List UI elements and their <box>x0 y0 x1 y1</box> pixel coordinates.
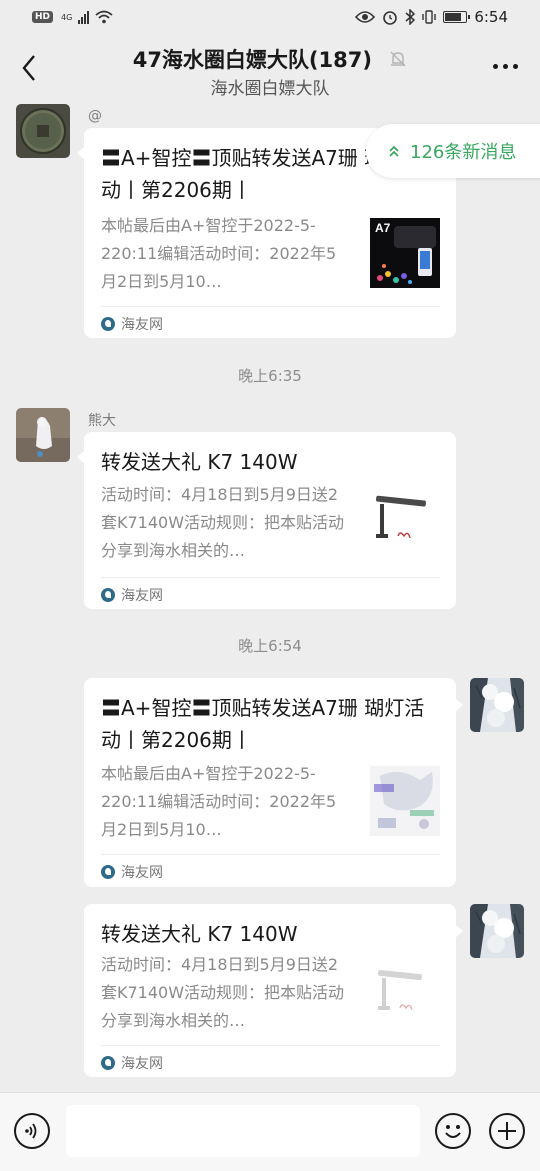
more-button[interactable] <box>493 64 518 69</box>
chat-header: 47海水圈白嫖大队(187) 海水圈白嫖大队 <box>0 36 540 102</box>
source-name: 海友网 <box>121 317 163 333</box>
source-icon <box>101 865 115 879</box>
source-icon <box>101 588 115 602</box>
card-thumbnail: A7 <box>370 218 440 288</box>
clock: 6:54 <box>474 8 508 26</box>
bluetooth-icon <box>405 9 416 25</box>
source-name: 海友网 <box>121 588 163 604</box>
card-thumbnail <box>370 766 440 836</box>
double-chevron-up-icon <box>389 145 399 157</box>
card-title: 转发送大礼 K7 140W <box>101 922 298 946</box>
emoji-icon <box>445 1125 461 1138</box>
snow-tree-avatar-image <box>470 678 524 732</box>
message-list[interactable]: @ 〓A+智控〓顶贴转发送A7珊 瑚灯活动丨第2206期丨 本帖最后由A+智控于… <box>0 102 540 1092</box>
card-source: 海友网 <box>101 314 163 334</box>
card-thumbnail <box>370 960 440 1030</box>
photo-avatar-image <box>16 408 70 462</box>
chat-title-text: 47海水圈白嫖大队(187) <box>132 48 372 72</box>
timestamp: 晚上6:54 <box>238 637 302 655</box>
card-source: 海友网 <box>101 862 163 882</box>
new-messages-button[interactable]: 126条新消息 <box>366 124 540 178</box>
more-dots-icon <box>493 64 498 69</box>
card-source: 海友网 <box>101 585 163 605</box>
avatar[interactable] <box>16 104 70 158</box>
chat-subtitle: 海水圈白嫖大队 <box>210 79 330 99</box>
network-type: 4G <box>61 12 73 22</box>
status-bar: HD 4G 6:54 <box>0 0 540 36</box>
coin-avatar-image <box>16 104 70 158</box>
source-name: 海友网 <box>121 1056 163 1072</box>
emoji-button[interactable] <box>435 1113 471 1149</box>
link-card[interactable]: 转发送大礼 K7 140W 活动时间：4月18日到5月9日送2套K7140W活动… <box>84 432 456 609</box>
message-input[interactable] <box>66 1105 420 1157</box>
sender-name: 熊大 <box>88 413 116 429</box>
source-icon <box>101 1056 115 1070</box>
card-source: 海友网 <box>101 1053 163 1073</box>
bell-off-icon <box>390 51 406 67</box>
voice-icon <box>25 1123 37 1139</box>
battery-level <box>445 13 462 21</box>
input-bar <box>0 1092 540 1171</box>
plus-button[interactable] <box>489 1113 525 1149</box>
sender-name: @ <box>88 108 102 124</box>
card-description: 活动时间：4月18日到5月9日送2套K7140W活动规则：把本贴活动分享到海水相… <box>101 485 345 560</box>
link-card[interactable]: 转发送大礼 K7 140W 活动时间：4月18日到5月9日送2套K7140W活动… <box>84 904 456 1077</box>
link-card[interactable]: 〓A+智控〓顶贴转发送A7珊 瑚灯活动丨第2206期丨 本帖最后由A+智控于20… <box>84 678 456 887</box>
vibrate-icon <box>422 10 437 24</box>
voice-button[interactable] <box>14 1113 50 1149</box>
new-messages-label: 126条新消息 <box>410 142 517 163</box>
hd-badge: HD <box>32 11 54 23</box>
avatar[interactable] <box>470 678 524 732</box>
card-description: 活动时间：4月18日到5月9日送2套K7140W活动规则：把本贴活动分享到海水相… <box>101 955 345 1030</box>
avatar[interactable] <box>16 408 70 462</box>
thumb-label: A7 <box>375 221 391 235</box>
signal-icon <box>78 10 90 24</box>
card-description: 本帖最后由A+智控于2022-5-220:11编辑活动时间：2022年5月2日到… <box>101 764 337 839</box>
timestamp: 晚上6:35 <box>238 367 302 385</box>
card-thumbnail <box>370 490 440 560</box>
card-description: 本帖最后由A+智控于2022-5-220:11编辑活动时间：2022年5月2日到… <box>101 216 337 291</box>
alarm-icon <box>383 11 398 25</box>
source-icon <box>101 317 115 331</box>
status-left: HD 4G <box>32 10 113 24</box>
avatar[interactable] <box>470 904 524 958</box>
snow-tree-avatar-image <box>470 904 524 958</box>
status-right: 6:54 <box>355 8 508 26</box>
wifi-icon <box>95 10 113 24</box>
chat-title: 47海水圈白嫖大队(187) <box>0 44 540 74</box>
card-title: 〓A+智控〓顶贴转发送A7珊 瑚灯活动丨第2206期丨 <box>101 696 425 752</box>
eye-icon <box>355 11 376 23</box>
source-name: 海友网 <box>121 865 163 881</box>
card-title: 转发送大礼 K7 140W <box>101 450 298 474</box>
battery-icon <box>443 11 471 23</box>
